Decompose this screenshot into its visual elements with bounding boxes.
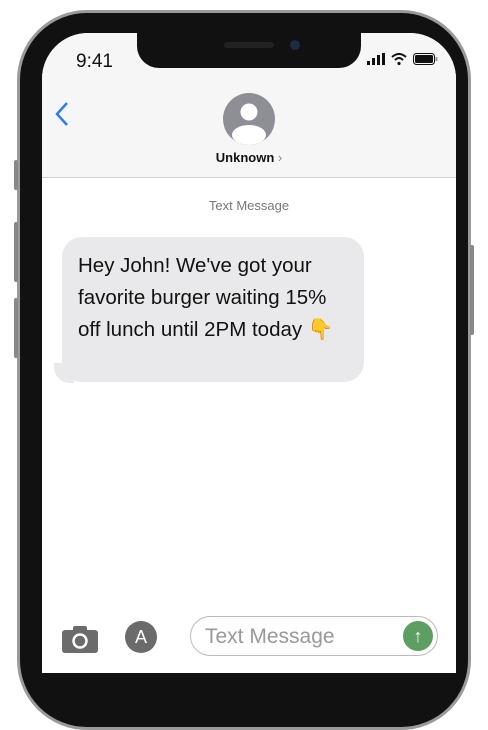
service-label: Text Message <box>208 198 290 213</box>
camera-button[interactable] <box>62 625 98 658</box>
chevron-right-icon: › <box>277 150 283 165</box>
status-icons <box>367 53 438 65</box>
person-icon <box>232 103 266 145</box>
battery-icon <box>413 53 438 65</box>
back-chevron-icon[interactable] <box>54 101 70 134</box>
pointing-down-emoji: 👇 <box>307 318 334 341</box>
speaker <box>224 42 274 48</box>
message-input[interactable]: Text Message ↑ <box>190 616 438 656</box>
message-bubble[interactable]: Hey John! We've got your favorite burger… <box>62 237 364 382</box>
side-button <box>14 160 18 190</box>
message-text: Hey John! We've got your favorite burger… <box>78 254 327 341</box>
signal-icon <box>367 53 385 65</box>
message-placeholder: Text Message <box>205 625 335 648</box>
contact-name: Unknown <box>215 150 275 165</box>
volume-down-button <box>14 298 18 358</box>
app-store-icon: A <box>134 627 147 647</box>
contact-name-button[interactable]: Unknown › <box>42 150 456 165</box>
send-button[interactable]: ↑ <box>403 621 433 651</box>
wifi-icon <box>391 53 407 65</box>
front-camera <box>290 40 300 50</box>
volume-up-button <box>14 222 18 282</box>
power-button <box>470 245 474 335</box>
status-time: 9:41 <box>76 51 113 72</box>
notch <box>137 33 361 68</box>
screen: 9:41 Unknown › Text Message Hey John! We… <box>42 33 456 673</box>
contact-avatar[interactable] <box>223 93 275 145</box>
camera-icon <box>62 626 98 653</box>
arrow-up-icon: ↑ <box>413 626 423 646</box>
app-store-button[interactable]: A <box>125 621 157 653</box>
